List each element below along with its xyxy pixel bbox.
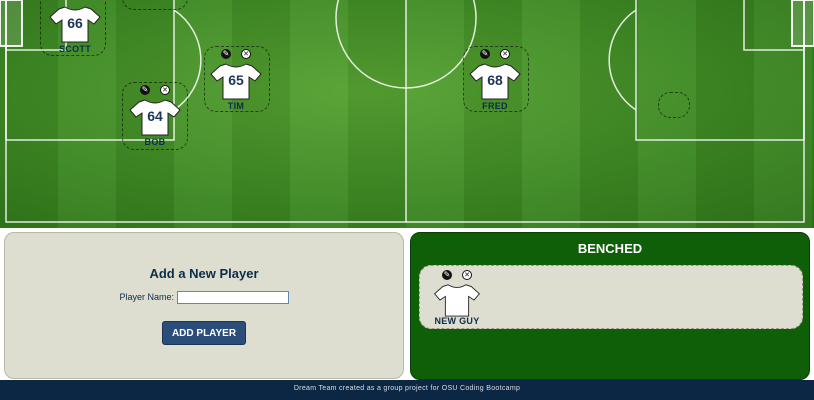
footer: Dream Team created as a group project fo… (0, 380, 814, 400)
player-name-input[interactable] (176, 291, 289, 304)
bench-dropzone[interactable]: ✎ ✕ NEW GUY (419, 265, 803, 329)
bench-title: BENCHED (577, 241, 643, 256)
add-player-button[interactable]: ADD PLAYER (162, 321, 246, 345)
bench-player-card[interactable]: ✎ ✕ NEW GUY (422, 270, 492, 326)
player-controls: ✎ ✕ (460, 49, 530, 61)
player-controls (40, 0, 110, 4)
position-slot-empty[interactable] (658, 92, 690, 118)
player-controls: ✎ ✕ (120, 85, 190, 97)
player-name: FRED (482, 101, 508, 111)
player-name: NEW GUY (434, 316, 480, 326)
footer-text: Dream Team created as a group project fo… (293, 385, 521, 392)
soccer-field: 66 SCOTT ✎ ✕ 65 TIM ✎ ✕ 64 BOB ✎ ✕ 68 FR… (0, 0, 814, 228)
player-card-fred[interactable]: ✎ ✕ 68 FRED (460, 49, 530, 111)
player-name: BOB (144, 137, 166, 147)
player-name: SCOTT (59, 44, 91, 54)
player-card-tim[interactable]: ✎ ✕ 65 TIM (201, 49, 271, 111)
jersey-icon: 64 (129, 98, 181, 136)
close-icon[interactable]: ✕ (500, 49, 510, 59)
add-player-title: Add a New Player (149, 266, 259, 281)
jersey-icon: 66 (49, 5, 101, 43)
jersey-icon (431, 283, 483, 317)
add-player-panel: Add a New Player Player Name: ADD PLAYER (4, 232, 404, 379)
position-slot[interactable] (122, 0, 188, 10)
jersey-number: 68 (487, 72, 503, 88)
pencil-icon[interactable]: ✎ (442, 270, 452, 280)
player-name-label: Player Name: (119, 291, 174, 302)
player-controls: ✎ ✕ (422, 270, 492, 282)
bench-panel: BENCHED ✎ ✕ NEW GUY (410, 232, 810, 380)
close-icon[interactable]: ✕ (241, 49, 251, 59)
jersey-number: 66 (67, 15, 83, 31)
pencil-icon[interactable]: ✎ (140, 85, 150, 95)
player-controls: ✎ ✕ (201, 49, 271, 61)
pencil-icon[interactable]: ✎ (221, 49, 231, 59)
jersey-icon: 68 (469, 62, 521, 100)
pencil-icon[interactable]: ✎ (480, 49, 490, 59)
close-icon[interactable]: ✕ (160, 85, 170, 95)
player-card-scott[interactable]: 66 SCOTT (40, 0, 110, 54)
jersey-icon: 65 (210, 62, 262, 100)
player-name-row: Player Name: (5, 291, 403, 304)
close-icon[interactable]: ✕ (462, 270, 472, 280)
player-card-bob[interactable]: ✎ ✕ 64 BOB (120, 85, 190, 147)
jersey-number: 65 (228, 72, 244, 88)
player-name: TIM (227, 101, 245, 111)
jersey-number: 64 (147, 108, 163, 124)
